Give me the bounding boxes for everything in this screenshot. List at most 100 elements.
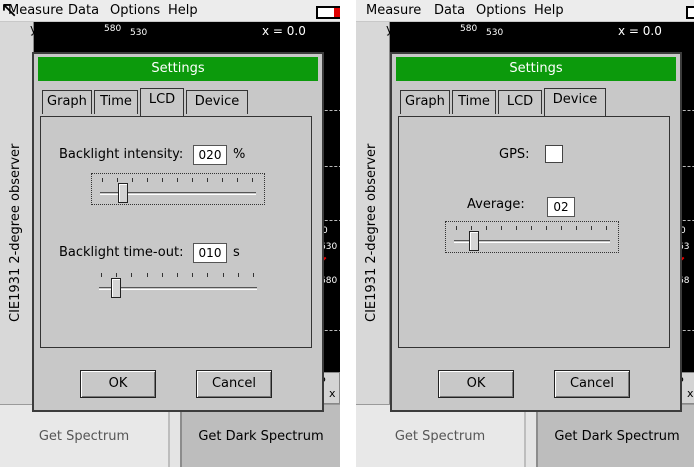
tab-graph[interactable]: Graph (400, 90, 450, 114)
tab-device[interactable]: Device (186, 90, 248, 114)
slider-tick (501, 226, 502, 230)
slider-tick (131, 273, 133, 277)
get-spectrum-button[interactable]: Get Spectrum (356, 405, 526, 467)
gps-label: GPS: (499, 147, 530, 162)
slider-tick (207, 273, 209, 277)
slider-tick (531, 226, 532, 230)
left-screen: CIE1931 2-degree observer y 580 530 x = … (0, 0, 340, 467)
dialog-title: Settings (396, 57, 676, 81)
x-readout: x = 0.0 (262, 24, 306, 38)
settings-dialog: Settings Graph Time LCD Device GPS: Aver… (390, 52, 682, 412)
device-panel: GPS: Average: 02 (398, 116, 670, 348)
slider-thumb[interactable] (117, 183, 128, 203)
observer-label: CIE1931 2-degree observer (364, 143, 379, 322)
menu-measure[interactable]: Measure (366, 3, 421, 18)
slider-tick (237, 273, 239, 277)
backlight-timeout-slider[interactable] (91, 269, 265, 301)
backlight-intensity-field[interactable]: 020 (193, 145, 227, 165)
menu-help[interactable]: Help (168, 3, 198, 18)
slider-tick (516, 226, 517, 230)
backlight-timeout-field[interactable]: 010 (193, 243, 227, 263)
graph-button-label: x (329, 387, 336, 400)
backlight-timeout-label: Backlight time-out: (59, 245, 184, 260)
cancel-button[interactable]: Cancel (196, 370, 272, 398)
settings-dialog: Settings Graph Time LCD Device Backlight… (32, 52, 324, 412)
menu-data[interactable]: Data (434, 3, 465, 18)
menu-bar: Measure Data Options Help (356, 0, 694, 22)
slider-tick (546, 226, 547, 230)
cancel-button[interactable]: Cancel (554, 370, 630, 398)
average-field[interactable]: 02 (547, 197, 575, 217)
top-tick-label: 580 (460, 24, 478, 34)
menu-options[interactable]: Options (476, 3, 526, 18)
tab-lcd[interactable]: LCD (498, 90, 542, 114)
slider-tick (252, 178, 253, 182)
menu-bar: Measure Data Options Help (0, 0, 340, 22)
slider-tick (147, 178, 148, 182)
bottom-bar: Get Spectrum Get Dark Spectrum (356, 404, 694, 467)
slider-tick (471, 226, 472, 230)
tab-time[interactable]: Time (94, 90, 138, 114)
get-spectrum-button[interactable]: Get Spectrum (0, 405, 170, 467)
y-axis-label: y (386, 22, 394, 36)
get-dark-spectrum-button[interactable]: Get Dark Spectrum (180, 405, 340, 467)
graph-side-strip: CIE1931 2-degree observer (356, 22, 390, 404)
slider-tick (132, 178, 133, 182)
lcd-panel: Backlight intensity: 020 % Backlight tim… (40, 116, 312, 348)
slider-tick (456, 226, 457, 230)
slider-tick (606, 226, 607, 230)
top-tick-label: 530 (130, 28, 148, 38)
slider-tick (253, 273, 254, 277)
slider-tick (116, 273, 118, 277)
slider-tick (146, 273, 148, 277)
slider-track (99, 287, 257, 290)
gps-checkbox[interactable] (545, 145, 563, 163)
ok-button[interactable]: OK (80, 370, 156, 398)
average-label: Average: (467, 197, 525, 212)
slider-tick (207, 178, 208, 182)
backlight-intensity-label: Backlight intensity: (59, 147, 184, 162)
backlight-intensity-slider[interactable] (91, 173, 265, 205)
graph-button-label: x (687, 387, 694, 400)
battery-icon (316, 6, 340, 19)
cursor-icon: ↖ (0, 0, 19, 23)
backlight-timeout-unit: s (233, 245, 240, 260)
slider-tick (177, 273, 178, 277)
slider-tick (162, 178, 163, 182)
right-screen: CIE1931 2-degree observer y 580 530 x = … (356, 0, 694, 467)
bottom-bar: Get Spectrum Get Dark Spectrum (0, 404, 340, 467)
tab-lcd[interactable]: LCD (140, 88, 184, 116)
slider-tick (192, 273, 194, 277)
slider-tick (102, 178, 103, 182)
slider-tick (177, 178, 178, 182)
slider-tick (222, 273, 224, 277)
dialog-title: Settings (38, 57, 318, 81)
slider-tick (117, 178, 118, 182)
top-tick-label: 530 (486, 28, 504, 38)
battery-icon (686, 6, 694, 19)
y-axis-label: y (30, 22, 38, 36)
observer-label: CIE1931 2-degree observer (8, 143, 23, 322)
menu-options[interactable]: Options (110, 3, 160, 18)
slider-tick (561, 226, 562, 230)
slider-tick (237, 178, 238, 182)
slider-tick (222, 178, 223, 182)
slider-tick (101, 273, 102, 277)
ok-button[interactable]: OK (438, 370, 514, 398)
slider-thumb[interactable] (468, 231, 479, 251)
graph-side-strip: CIE1931 2-degree observer (0, 22, 34, 404)
x-readout: x = 0.0 (618, 24, 662, 38)
tab-time[interactable]: Time (452, 90, 496, 114)
slider-tick (591, 226, 592, 230)
average-slider[interactable] (445, 221, 619, 253)
menu-data[interactable]: Data (68, 3, 99, 18)
slider-tick (192, 178, 193, 182)
menu-help[interactable]: Help (534, 3, 564, 18)
backlight-intensity-unit: % (233, 147, 246, 162)
tab-graph[interactable]: Graph (42, 90, 92, 114)
tab-device[interactable]: Device (544, 88, 606, 116)
get-dark-spectrum-button[interactable]: Get Dark Spectrum (536, 405, 694, 467)
slider-tick (486, 226, 487, 230)
slider-tick (576, 226, 577, 230)
slider-thumb[interactable] (110, 278, 121, 298)
